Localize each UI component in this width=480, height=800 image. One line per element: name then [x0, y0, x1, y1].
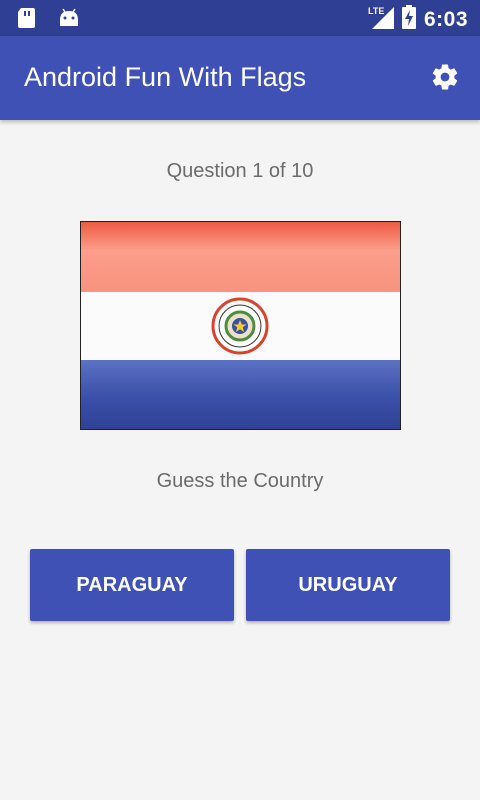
flag-red-stripe: [81, 222, 400, 292]
status-time: 6:03: [423, 7, 468, 31]
gear-icon: [430, 62, 460, 97]
settings-button[interactable]: [428, 62, 462, 96]
answer-button-uruguay[interactable]: URUGUAY: [246, 549, 450, 621]
signal-icon: LTE: [368, 5, 394, 34]
flag-emblem-icon: [211, 297, 269, 360]
app-title: Android Fun With Flags: [24, 62, 307, 92]
network-type-label: LTE: [368, 6, 384, 16]
app-bar: Android Fun With Flags: [0, 36, 480, 120]
flag-image: [80, 221, 401, 430]
answer-button-paraguay[interactable]: PARAGUAY: [30, 549, 234, 621]
android-icon: [58, 8, 80, 33]
battery-charging-icon: [401, 5, 416, 34]
question-counter: Question 1 of 10: [166, 160, 314, 182]
status-bar: LTE 6:03: [0, 0, 480, 36]
sd-card-icon: [18, 8, 36, 33]
flag-blue-stripe: [81, 360, 400, 429]
guess-prompt: Guess the Country: [156, 470, 324, 492]
